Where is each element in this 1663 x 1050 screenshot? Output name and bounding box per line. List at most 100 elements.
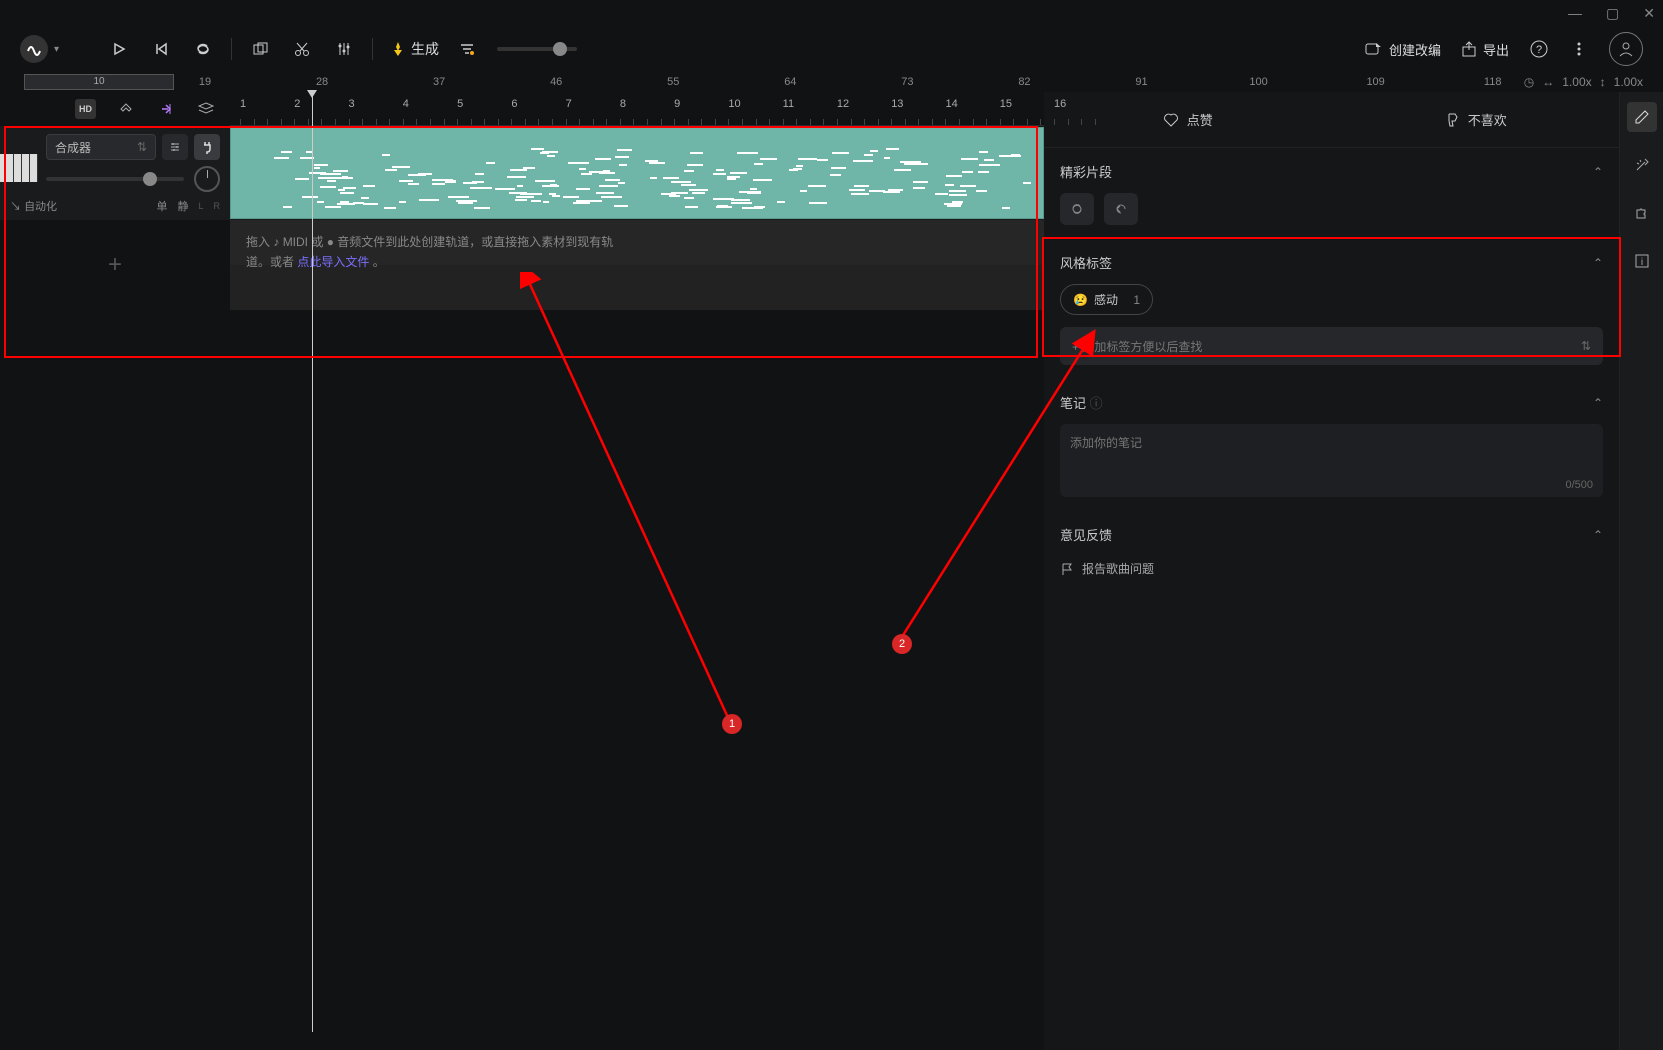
overview-tick: 100 (1234, 76, 1284, 88)
add-tag-input[interactable]: + 添加标签方便以后查找⇅ (1060, 327, 1603, 365)
pan-r-label: R (214, 201, 221, 211)
automation-label[interactable]: ↘ 自动化 (10, 198, 57, 214)
ruler-tick-label: 8 (620, 98, 626, 110)
magnet-icon[interactable] (116, 99, 136, 119)
overview-tick: 73 (882, 76, 932, 88)
track-dropzone[interactable]: 拖入 ♪ MIDI 或 ● 音频文件到此处创建轨道，或直接拖入素材到现有轨 道。… (230, 220, 1044, 310)
info-tab-icon[interactable]: i (1627, 246, 1657, 276)
cut-icon[interactable] (292, 39, 312, 59)
generate-button[interactable]: 生成 (391, 39, 439, 59)
mute-button[interactable]: 静 (177, 198, 188, 214)
ruler-tick-label: 15 (1000, 98, 1012, 110)
playhead[interactable] (312, 92, 313, 1032)
overview-tick: 55 (648, 76, 698, 88)
ruler-tick-label: 3 (349, 98, 355, 110)
overview-tick: 37 (414, 76, 464, 88)
ruler-tick-label: 9 (674, 98, 680, 110)
app-logo[interactable] (20, 35, 48, 63)
notes-textarea[interactable] (1070, 434, 1593, 484)
puzzle-tab-icon[interactable] (1627, 198, 1657, 228)
reload-icon[interactable] (1060, 193, 1094, 225)
export-button[interactable]: 导出 (1461, 40, 1509, 59)
ruler-tick-label: 6 (511, 98, 517, 110)
ruler-tick-label: 2 (294, 98, 300, 110)
overview-ruler: 10 192837465564738291100109118 ◷ ↔ 1.00x… (0, 72, 1663, 92)
style-tags-section: 风格标签⌃ 😢感动 1 + 添加标签方便以后查找⇅ (1044, 239, 1619, 379)
volume-slider[interactable] (46, 177, 184, 181)
create-edit-button[interactable]: 创建改编 (1365, 40, 1441, 59)
ruler-tick-label: 5 (457, 98, 463, 110)
loop-icon[interactable] (193, 39, 213, 59)
overview-tick: 19 (180, 76, 230, 88)
overview-tick: 46 (531, 76, 581, 88)
annotation-badge-2: 2 (892, 634, 912, 654)
window-titlebar: — ▢ ✕ (0, 0, 1663, 26)
zoom-v-value: 1.00x (1614, 75, 1643, 89)
annotation-badge-1: 1 (722, 714, 742, 734)
info-icon[interactable]: ⓘ (1090, 396, 1103, 411)
instrument-select[interactable]: 合成器⇅ (46, 134, 156, 160)
like-button[interactable]: 点赞 (1044, 92, 1332, 147)
report-song-button[interactable]: 报告歌曲问题 (1060, 556, 1603, 581)
magic-tab-icon[interactable] (1627, 150, 1657, 180)
clock-icon[interactable]: ◷ (1524, 75, 1534, 89)
track-plugin-icon[interactable] (194, 134, 220, 160)
highlights-section: 精彩片段⌃ (1044, 148, 1619, 239)
track-settings-icon[interactable] (162, 134, 188, 160)
overview-tick: 109 (1351, 76, 1401, 88)
chevron-up-icon[interactable]: ⌃ (1593, 528, 1603, 542)
account-button[interactable] (1609, 32, 1643, 66)
overview-tick: 91 (1117, 76, 1167, 88)
piano-icon (0, 154, 38, 182)
undo-icon[interactable] (1104, 193, 1138, 225)
minimize-button[interactable]: — (1568, 5, 1582, 21)
overview-tick: 28 (297, 76, 347, 88)
overview-scrollbar[interactable]: 10 (24, 74, 174, 90)
chevron-up-icon[interactable]: ⌃ (1593, 396, 1603, 410)
add-track-button[interactable]: + (108, 251, 122, 279)
chevron-up-icon[interactable]: ⌃ (1593, 165, 1603, 179)
zoom-v-icon[interactable]: ↕ (1600, 75, 1606, 89)
pan-knob[interactable] (194, 166, 220, 192)
ruler-tick-label: 12 (837, 98, 849, 110)
svg-text:?: ? (1536, 44, 1542, 56)
ruler-tick-label: 14 (945, 98, 957, 110)
hd-badge-icon[interactable]: HD (75, 99, 96, 119)
overview-tick: 118 (1468, 76, 1518, 88)
ruler-tick-label: 11 (783, 98, 794, 110)
track-header[interactable]: 合成器⇅ ↘ 自动化 单 静 L R (0, 126, 230, 220)
ruler-tick-label: 13 (891, 98, 903, 110)
snap-icon[interactable] (156, 99, 176, 119)
edit-tab-icon[interactable] (1627, 102, 1657, 132)
import-file-link[interactable]: 点此导入文件 (297, 255, 369, 269)
ruler-tick-label: 1 (240, 98, 246, 110)
inspector-panel: 点赞 不喜欢 精彩片段⌃ 风格标签⌃ 😢感动 1 + 添加标签方便以后查找⇅ (1044, 92, 1619, 1050)
more-icon[interactable] (1569, 39, 1589, 59)
side-tab-bar: i (1619, 92, 1663, 1050)
help-icon[interactable]: ? (1529, 39, 1549, 59)
notes-section: 笔记 ⓘ⌃ 0/500 (1044, 379, 1619, 511)
chevron-up-icon[interactable]: ⌃ (1593, 256, 1603, 270)
mixer-icon[interactable] (334, 39, 354, 59)
maximize-button[interactable]: ▢ (1606, 5, 1619, 22)
app-menu-caret[interactable]: ▾ (54, 44, 59, 55)
close-button[interactable]: ✕ (1643, 5, 1655, 22)
style-tag-chip[interactable]: 😢感动 1 (1060, 284, 1153, 315)
rewind-icon[interactable] (151, 39, 171, 59)
track-clip-area[interactable] (230, 126, 1044, 220)
overview-tick: 82 (999, 76, 1049, 88)
midi-clip[interactable] (230, 127, 1044, 219)
feedback-section: 意见反馈⌃ 报告歌曲问题 (1044, 511, 1619, 595)
solo-button[interactable]: 单 (156, 198, 167, 214)
clip-icon[interactable] (250, 39, 270, 59)
pan-l-label: L (198, 201, 203, 211)
timeline-ruler[interactable]: 12345678910111213141516 (230, 92, 1044, 126)
filter-icon[interactable] (457, 39, 477, 59)
zoom-h-icon[interactable]: ↔ (1542, 75, 1554, 89)
play-icon[interactable] (109, 39, 129, 59)
dislike-button[interactable]: 不喜欢 (1332, 92, 1620, 147)
toolbar-slider[interactable] (497, 47, 577, 51)
layers-icon[interactable] (196, 99, 216, 119)
track-row: 合成器⇅ ↘ 自动化 单 静 L R (0, 126, 1044, 220)
zoom-h-value: 1.00x (1562, 75, 1591, 89)
